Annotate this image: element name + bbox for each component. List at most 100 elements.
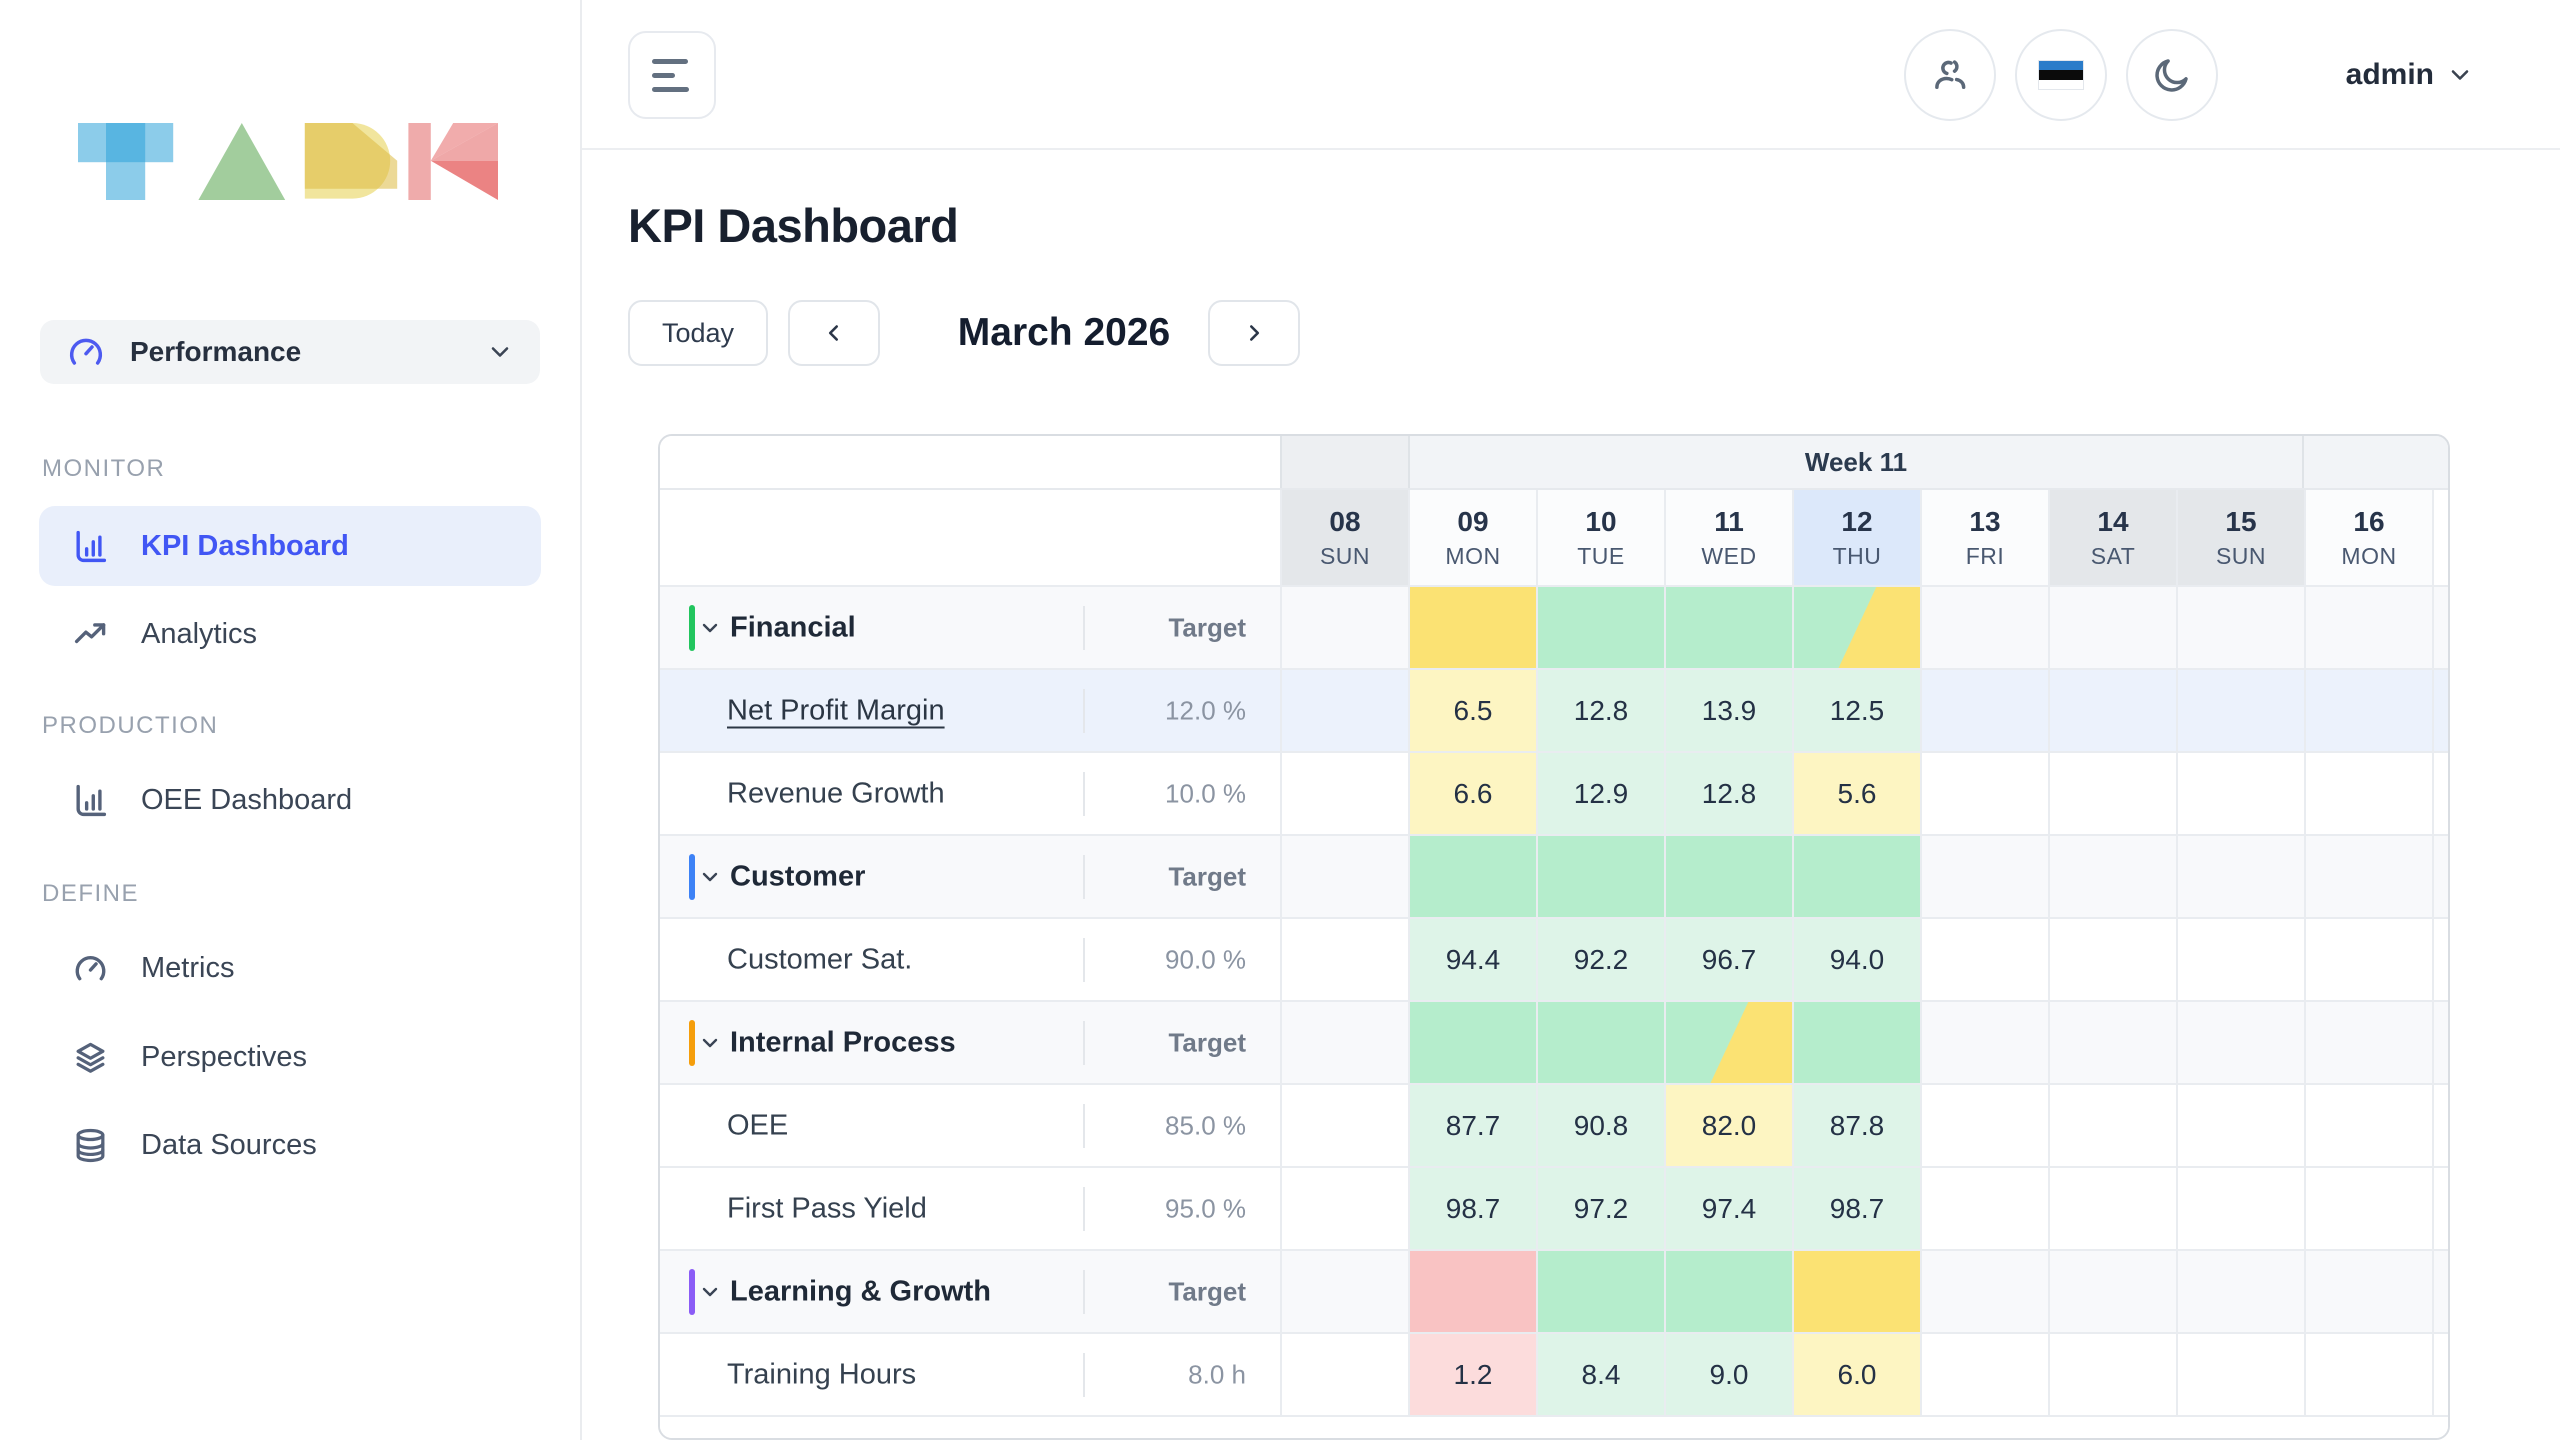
day-header: 08 SUN [1280,490,1408,585]
chevron-down-icon[interactable] [698,1031,722,1055]
sidebar-item-label: Perspectives [141,1041,307,1074]
value-cell[interactable]: 12.8 [1536,670,1664,751]
group-row-customer[interactable]: Customer Target [660,834,2448,917]
group-status-cell[interactable] [1536,836,1664,917]
value-cell[interactable]: 90.8 [1536,1085,1664,1166]
divider [1083,1353,1085,1397]
brand-logo[interactable] [78,92,498,215]
sidebar-item-data-sources[interactable]: Data Sources [39,1105,541,1185]
value-cell[interactable]: 94.4 [1408,919,1536,1000]
grid-spacer [2432,670,2448,751]
sidebar-item-analytics[interactable]: Analytics [39,594,541,674]
group-row-internal-process[interactable]: Internal Process Target [660,1000,2448,1083]
divider [1083,1187,1085,1231]
group-status-cell[interactable] [1664,1002,1792,1083]
empty-cell [1920,1251,2048,1332]
value-cell[interactable]: 98.7 [1408,1168,1536,1249]
perspective-selector[interactable]: Performance [40,320,540,384]
value-cell[interactable]: 12.5 [1792,670,1920,751]
next-period-button[interactable] [1208,300,1300,366]
day-header: 09 MON [1408,490,1536,585]
group-status-cell[interactable] [1792,1251,1920,1332]
value-cell[interactable]: 6.5 [1408,670,1536,751]
sidebar-item-label: OEE Dashboard [141,784,352,817]
dark-mode-button[interactable] [2126,29,2218,121]
sidebar-item-metrics[interactable]: Metrics [39,928,541,1008]
value-cell[interactable]: 94.0 [1792,919,1920,1000]
value-cell[interactable]: 1.2 [1408,1334,1536,1415]
metric-name-link[interactable]: First Pass Yield [727,1192,927,1225]
sidebar-item-kpi-dashboard[interactable]: KPI Dashboard [39,506,541,586]
group-status-cell[interactable] [1792,587,1920,668]
gauge-icon [66,332,106,372]
group-status-cell[interactable] [1664,836,1792,917]
user-menu[interactable]: admin [2346,0,2474,150]
metric-name-link[interactable]: Customer Sat. [727,943,912,976]
value-cell[interactable]: 6.6 [1408,753,1536,834]
value-cell[interactable]: 87.7 [1408,1085,1536,1166]
group-status-cell[interactable] [1664,1251,1792,1332]
chevron-down-icon[interactable] [698,865,722,889]
users-button[interactable] [1904,29,1996,121]
language-button[interactable] [2015,29,2107,121]
group-status-cell[interactable] [1792,1002,1920,1083]
section-label-define: DEFINE [42,880,139,908]
group-status-cell[interactable] [1408,1251,1536,1332]
value-cell[interactable]: 12.8 [1664,753,1792,834]
value-cell[interactable]: 8.4 [1536,1334,1664,1415]
today-button[interactable]: Today [628,300,768,366]
empty-cell [2176,1334,2304,1415]
sidebar-item-oee-dashboard[interactable]: OEE Dashboard [39,760,541,840]
metric-name-link[interactable]: Revenue Growth [727,777,945,810]
value-cell[interactable]: 13.9 [1664,670,1792,751]
sidebar-toggle-button[interactable] [628,31,716,119]
empty-cell [1280,1168,1408,1249]
group-status-cell[interactable] [1408,836,1536,917]
group-row-learning-growth[interactable]: Learning & Growth Target [660,1249,2448,1332]
prev-period-button[interactable] [788,300,880,366]
grid-spacer [2432,1334,2448,1415]
group-status-cell[interactable] [1536,1002,1664,1083]
value-cell[interactable]: 6.0 [1792,1334,1920,1415]
metric-name-link[interactable]: Net Profit Margin [727,694,945,727]
group-status-cell[interactable] [1408,1002,1536,1083]
empty-cell [2176,836,2304,917]
value-cell[interactable]: 97.4 [1664,1168,1792,1249]
empty-cell [2048,587,2176,668]
divider [1083,772,1085,816]
empty-cell [2304,1085,2432,1166]
metric-target: 10.0 % [1165,778,1246,809]
chevron-down-icon[interactable] [698,616,722,640]
metric-row-training-hours: Training Hours 8.0 h 1.2 8.4 9.0 6.0 [660,1332,2448,1415]
value-cell[interactable]: 5.6 [1792,753,1920,834]
group-status-cell[interactable] [1408,587,1536,668]
chevron-down-icon[interactable] [698,1280,722,1304]
group-status-cell[interactable] [1536,1251,1664,1332]
sidebar-item-perspectives[interactable]: Perspectives [39,1017,541,1097]
empty-cell [1920,1168,2048,1249]
empty-cell [2304,1168,2432,1249]
group-status-cell[interactable] [1664,587,1792,668]
value-cell[interactable]: 87.8 [1792,1085,1920,1166]
group-status-cell[interactable] [1792,836,1920,917]
value-cell[interactable]: 98.7 [1792,1168,1920,1249]
sidebar-item-label: Analytics [141,618,257,651]
value-cell[interactable]: 92.2 [1536,919,1664,1000]
value-cell[interactable]: 82.0 [1664,1085,1792,1166]
value-cell[interactable]: 97.2 [1536,1168,1664,1249]
value-cell[interactable]: 12.9 [1536,753,1664,834]
bar-chart-icon [72,782,109,819]
value-cell[interactable]: 9.0 [1664,1334,1792,1415]
empty-cell [1280,587,1408,668]
group-status-cell[interactable] [1536,587,1664,668]
group-name: Financial [730,611,856,644]
metric-name-link[interactable]: OEE [727,1109,788,1142]
day-abbr: SAT [2091,543,2136,570]
value-cell[interactable]: 96.7 [1664,919,1792,1000]
day-header: 15 SUN [2176,490,2304,585]
empty-cell [1920,1002,2048,1083]
group-name-cell: Learning & Growth Target [660,1251,1280,1332]
group-row-financial[interactable]: Financial Target [660,585,2448,668]
metric-name-link[interactable]: Training Hours [727,1358,916,1391]
empty-cell [2176,1002,2304,1083]
